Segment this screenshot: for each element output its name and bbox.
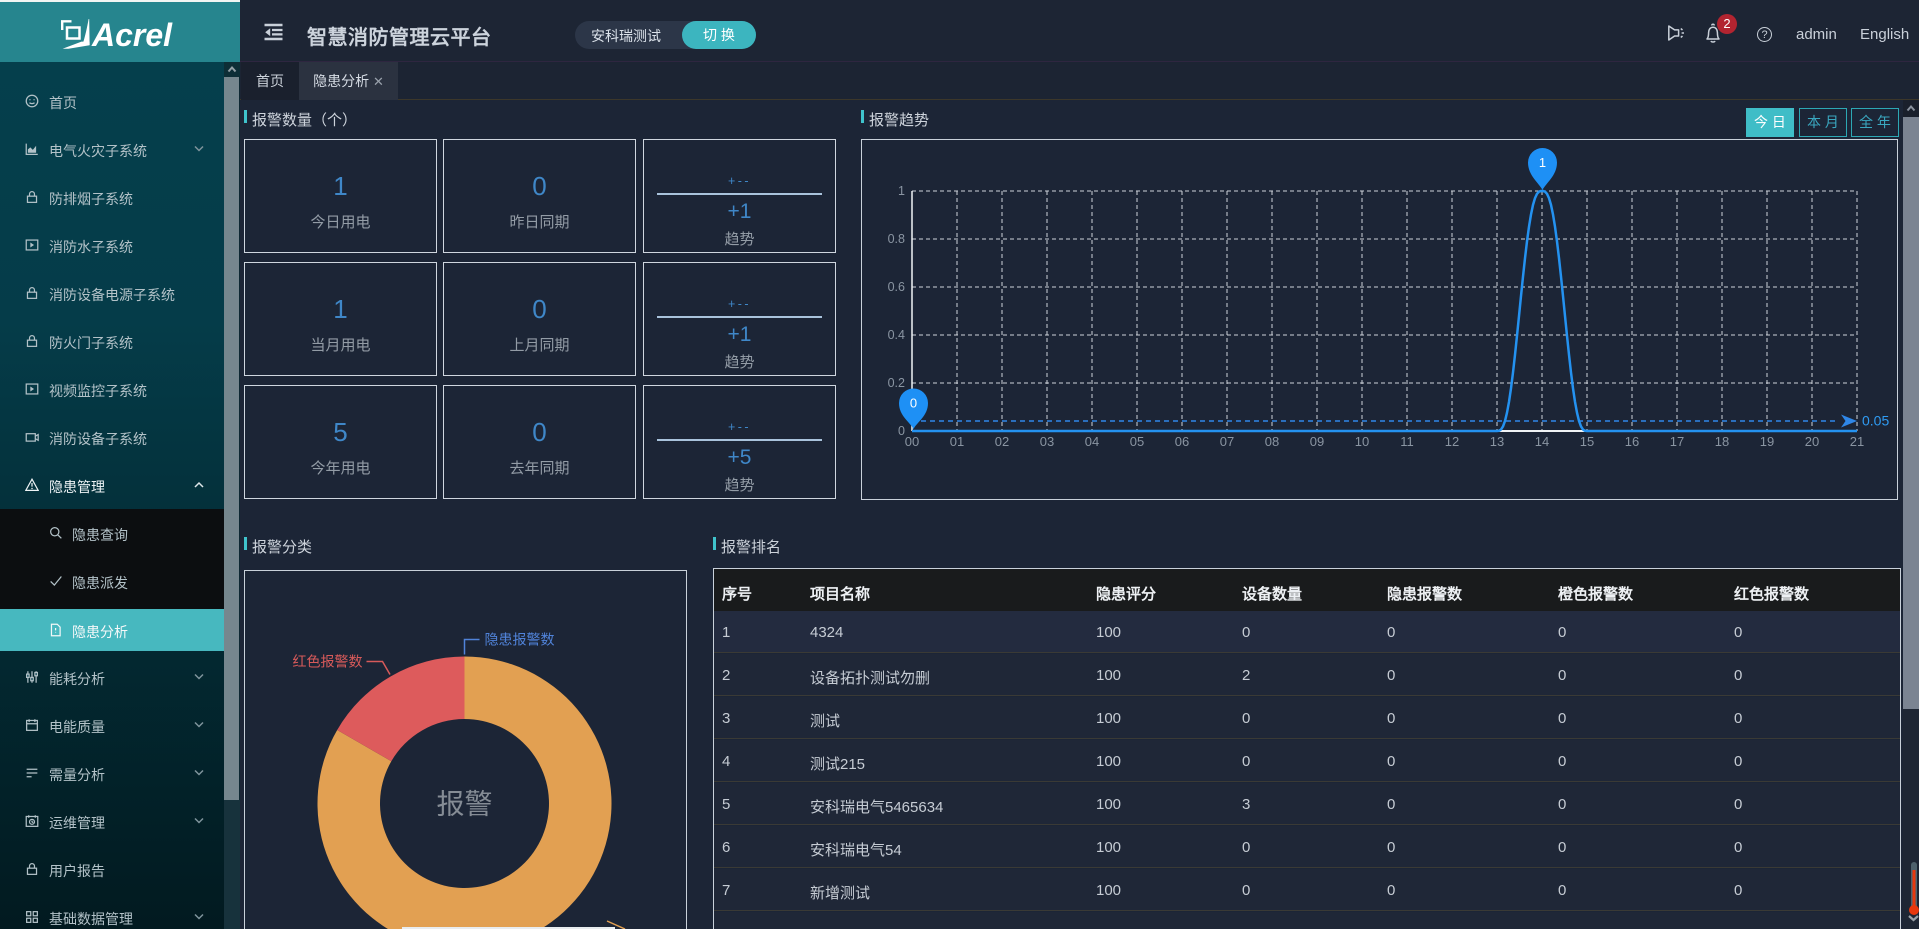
svg-text:21: 21 xyxy=(1850,434,1864,449)
svg-text:16: 16 xyxy=(1625,434,1639,449)
svg-text:20: 20 xyxy=(1805,434,1819,449)
svg-text:01: 01 xyxy=(950,434,964,449)
svg-text:07: 07 xyxy=(1220,434,1234,449)
svg-text:15: 15 xyxy=(1580,434,1594,449)
svg-text:Acrel: Acrel xyxy=(91,17,173,51)
svg-text:00: 00 xyxy=(905,434,919,449)
svg-text:12: 12 xyxy=(1445,434,1459,449)
svg-text:08: 08 xyxy=(1265,434,1279,449)
svg-text:0.2: 0.2 xyxy=(888,376,905,390)
svg-text:11: 11 xyxy=(1400,434,1414,449)
svg-text:06: 06 xyxy=(1175,434,1189,449)
svg-text:红色报警数: 红色报警数 xyxy=(293,653,363,669)
svg-text:02: 02 xyxy=(995,434,1009,449)
svg-text:03: 03 xyxy=(1040,434,1054,449)
svg-text:09: 09 xyxy=(1310,434,1324,449)
svg-text:0: 0 xyxy=(910,396,917,411)
svg-text:隐患报警数: 隐患报警数 xyxy=(485,632,555,648)
svg-text:19: 19 xyxy=(1760,434,1774,449)
svg-text:0.05: 0.05 xyxy=(1862,413,1889,429)
svg-text:14: 14 xyxy=(1535,434,1549,449)
svg-text:04: 04 xyxy=(1085,434,1099,449)
svg-text:10: 10 xyxy=(1355,434,1369,449)
svg-text:0.8: 0.8 xyxy=(888,232,905,246)
svg-text:0.4: 0.4 xyxy=(888,328,905,342)
svg-text:报警: 报警 xyxy=(436,789,492,820)
svg-text:18: 18 xyxy=(1715,434,1729,449)
svg-text:05: 05 xyxy=(1130,434,1144,449)
svg-text:13: 13 xyxy=(1490,434,1504,449)
svg-text:1: 1 xyxy=(1539,155,1546,170)
svg-text:1: 1 xyxy=(898,184,905,198)
svg-text:0.6: 0.6 xyxy=(888,280,905,294)
svg-text:17: 17 xyxy=(1670,434,1684,449)
